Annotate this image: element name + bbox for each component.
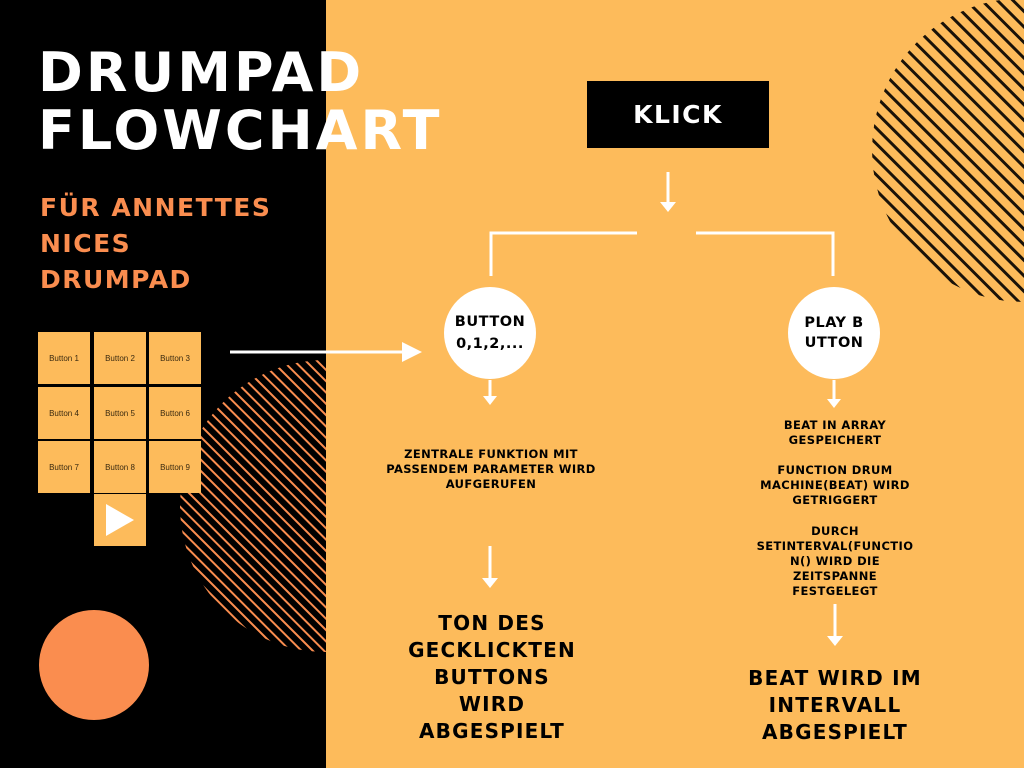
flow-right-step-3: DURCH SETINTERVAL(FUNCTIO N() WIRD DIE Z…	[745, 524, 925, 599]
flow-right-step-2-line-1: FUNCTION DRUM	[777, 463, 893, 477]
drumpad-button-6[interactable]: Button 6	[149, 387, 201, 439]
subtitle-line-2: NICES	[40, 229, 132, 258]
flow-left-result-line-3: BUTTONS	[434, 665, 550, 689]
flow-right-result-line-3: ABGESPIELT	[761, 720, 909, 744]
drumpad-button-3[interactable]: Button 3	[149, 332, 201, 384]
flow-right-step-3-line-5: FESTGELEGT	[792, 584, 878, 598]
drumpad-button-5[interactable]: Button 5	[94, 387, 146, 439]
flow-left-result: TON DES GECKLICKTEN BUTTONS WIRD ABGESPI…	[392, 610, 592, 745]
title-line-1: DRUMPAD	[38, 41, 365, 104]
flow-right-step-3-line-3: N() WIRD DIE	[790, 554, 880, 568]
flow-right-step-3-line-1: DURCH	[811, 524, 859, 538]
flow-right-step-1-line-1: BEAT IN ARRAY	[783, 418, 887, 432]
play-icon	[106, 504, 134, 536]
flow-node-button-line-1: BUTTON	[454, 314, 526, 330]
flow-node-play-button: PLAY BUTTON	[788, 287, 880, 379]
drumpad-button-7[interactable]: Button 7	[38, 441, 90, 493]
flow-left-result-line-2: GECKLICKTEN	[408, 638, 576, 662]
flow-right-step-2-line-3: GETRIGGERT	[792, 493, 878, 507]
page-title: DRUMPAD FLOWCHART	[38, 44, 442, 160]
drumpad-button-1[interactable]: Button 1	[38, 332, 90, 384]
flow-right-step-3-line-2: SETINTERVAL(FUNCTIO	[756, 539, 914, 553]
flow-right-step-1: BEAT IN ARRAY GESPEICHERT	[745, 418, 925, 448]
subtitle-line-3: DRUMPAD	[40, 265, 192, 294]
drumpad-button-8[interactable]: Button 8	[94, 441, 146, 493]
flow-node-play-label: PLAY BUTTON	[804, 315, 864, 351]
flow-left-result-line-4: WIRD	[458, 692, 526, 716]
flow-right-step-1-line-2: GESPEICHERT	[788, 433, 882, 447]
flow-left-step-line-3: AUFGERUFEN	[445, 477, 537, 491]
subtitle: FÜR ANNETTES NICES DRUMPAD	[40, 190, 310, 298]
flow-left-result-line-1: TON DES	[438, 611, 546, 635]
decorative-orange-circle	[39, 610, 149, 720]
drumpad-button-4[interactable]: Button 4	[38, 387, 90, 439]
flow-start-klick: KLICK	[587, 81, 769, 148]
flow-left-result-line-5: ABGESPIELT	[418, 719, 566, 743]
drumpad-play-button[interactable]	[94, 494, 146, 546]
flow-right-result-line-1: BEAT WIRD IM	[748, 666, 922, 690]
flow-right-result: BEAT WIRD IM INTERVALL ABGESPIELT	[735, 665, 935, 746]
flow-left-step-line-1: ZENTRALE FUNKTION MIT	[404, 447, 578, 461]
subtitle-line-1: FÜR ANNETTES	[40, 193, 272, 222]
drumpad-button-9[interactable]: Button 9	[149, 441, 201, 493]
flow-right-result-line-2: INTERVALL	[768, 693, 902, 717]
flow-left-step: ZENTRALE FUNKTION MIT PASSENDEM PARAMETE…	[360, 447, 622, 492]
drumpad-button-2[interactable]: Button 2	[94, 332, 146, 384]
flow-right-step-2-line-2: MACHINE(BEAT) WIRD	[760, 478, 910, 492]
flow-node-button: BUTTON 0,1,2,...	[444, 287, 536, 379]
title-line-2: FLOWCHART	[38, 99, 443, 162]
flow-right-step-2: FUNCTION DRUM MACHINE(BEAT) WIRD GETRIGG…	[745, 463, 925, 508]
flow-right-step-3-line-4: ZEITSPANNE	[793, 569, 877, 583]
flow-left-step-line-2: PASSENDEM PARAMETER WIRD	[386, 462, 596, 476]
flow-node-button-line-2: 0,1,2,...	[456, 336, 524, 352]
